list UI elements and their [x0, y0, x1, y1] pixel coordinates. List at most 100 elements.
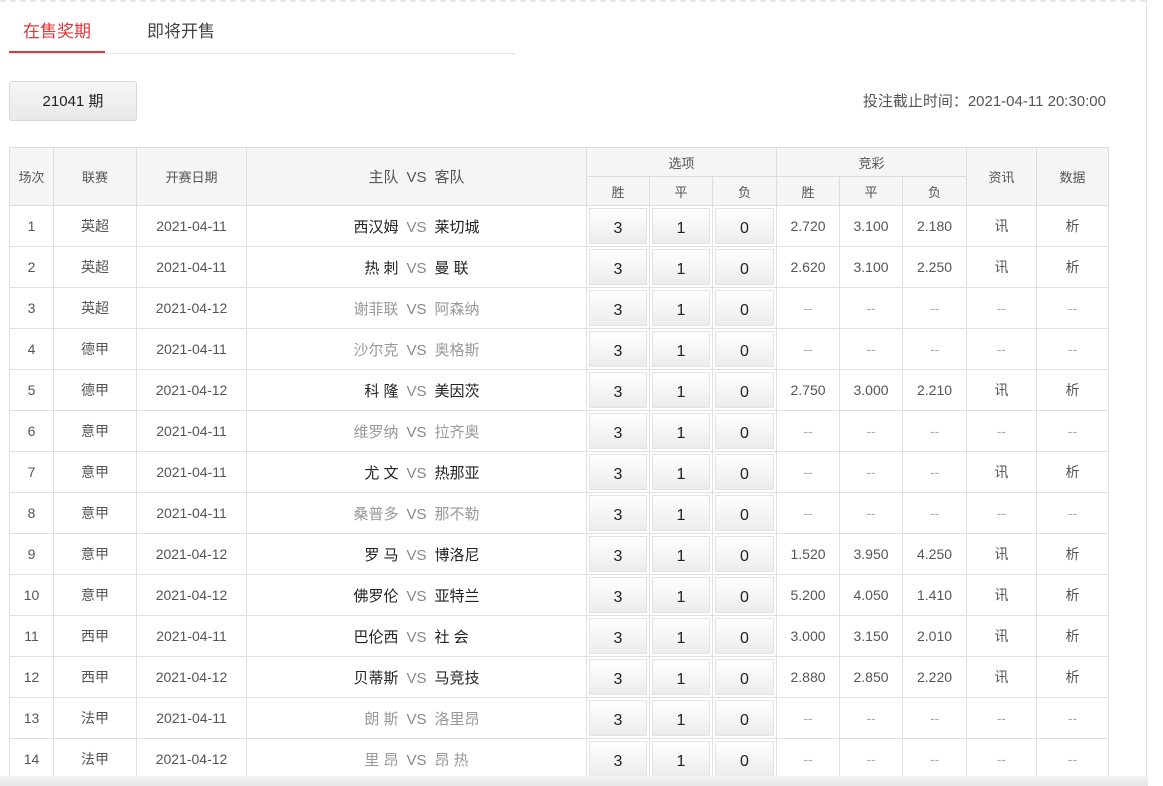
odds-lose: 2.180	[902, 205, 968, 247]
option-draw-button[interactable]: 1	[652, 741, 710, 777]
news-link[interactable]: 讯	[966, 369, 1038, 411]
home-team: 热 刺	[364, 259, 399, 277]
analysis-link[interactable]: 析	[1036, 246, 1110, 288]
option-lose-button[interactable]: 0	[715, 249, 775, 285]
round-number: 5	[9, 369, 54, 411]
round-number: 14	[9, 738, 54, 780]
analysis-link[interactable]: 析	[1036, 205, 1110, 247]
option-win-button[interactable]: 3	[589, 372, 647, 408]
odds-draw: 3.950	[839, 533, 904, 575]
option-lose-button[interactable]: 0	[715, 290, 775, 326]
option-draw-button[interactable]: 1	[652, 331, 710, 367]
news-link[interactable]: 讯	[966, 533, 1038, 575]
option-lose-button[interactable]: 0	[715, 741, 775, 777]
analysis-link: --	[1036, 492, 1110, 534]
option-lose-button[interactable]: 0	[715, 372, 775, 408]
round-number: 8	[9, 492, 54, 534]
vs-label: VS	[406, 587, 427, 605]
vs-label: VS	[406, 505, 427, 523]
option-draw-button[interactable]: 1	[652, 659, 710, 695]
odds-win: --	[776, 287, 841, 329]
analysis-link[interactable]: 析	[1036, 533, 1110, 575]
option-lose-button[interactable]: 0	[715, 577, 775, 613]
table-row: 12 西甲 2021-04-12 贝蒂斯 VS 马竞技 3 1 0 2.880 2.850 2.220…	[9, 656, 1110, 698]
option-draw-button[interactable]: 1	[652, 618, 710, 654]
option-lose-button[interactable]: 0	[715, 454, 775, 490]
option-win-button[interactable]: 3	[589, 331, 647, 367]
option-win-button[interactable]: 3	[589, 577, 647, 613]
period-select-button[interactable]: 21041 期	[9, 81, 137, 121]
news-link[interactable]: 讯	[966, 574, 1038, 616]
option-win-button[interactable]: 3	[589, 700, 647, 736]
analysis-link[interactable]: 析	[1036, 615, 1110, 657]
option-draw-cell: 1	[649, 369, 713, 411]
round-number: 12	[9, 656, 54, 698]
option-win-button[interactable]: 3	[589, 290, 647, 326]
option-lose-button[interactable]: 0	[715, 331, 775, 367]
option-lose-button[interactable]: 0	[715, 536, 775, 572]
option-lose-button[interactable]: 0	[715, 659, 775, 695]
option-draw-button[interactable]: 1	[652, 372, 710, 408]
away-team: 那不勒	[434, 505, 480, 523]
match-date: 2021-04-11	[136, 246, 247, 288]
odds-lose: --	[902, 287, 968, 329]
table-row: 9 意甲 2021-04-12 罗 马 VS 博洛尼 3 1 0 1.520 3.950 4.250 讯…	[9, 533, 1110, 575]
option-lose-button[interactable]: 0	[715, 208, 775, 244]
option-draw-button[interactable]: 1	[652, 208, 710, 244]
option-draw-cell: 1	[649, 287, 713, 329]
match-date: 2021-04-11	[136, 205, 247, 247]
tab-upcoming[interactable]: 即将开售	[147, 20, 215, 53]
league-name: 意甲	[53, 451, 137, 493]
option-draw-button[interactable]: 1	[652, 495, 710, 531]
news-link[interactable]: 讯	[966, 451, 1038, 493]
option-lose-button[interactable]: 0	[715, 495, 775, 531]
option-draw-button[interactable]: 1	[652, 413, 710, 449]
home-team: 尤 文	[364, 464, 399, 482]
vs-label: VS	[406, 341, 427, 359]
odds-win: 2.880	[776, 656, 841, 698]
option-win-button[interactable]: 3	[589, 208, 647, 244]
option-lose-cell: 0	[711, 533, 778, 575]
option-lose-button[interactable]: 0	[715, 700, 775, 736]
option-lose-button[interactable]: 0	[715, 413, 775, 449]
option-win-cell: 3	[586, 410, 650, 452]
tab-on-sale[interactable]: 在售奖期	[9, 20, 105, 53]
vs-label: VS	[406, 464, 427, 482]
vs-label: VS	[406, 259, 427, 277]
option-win-button[interactable]: 3	[589, 249, 647, 285]
header-option-lose: 负	[711, 176, 778, 206]
option-win-button[interactable]: 3	[589, 413, 647, 449]
odds-win: --	[776, 738, 841, 780]
analysis-link[interactable]: 析	[1036, 369, 1110, 411]
vs-label: VS	[406, 710, 427, 728]
news-link[interactable]: 讯	[966, 656, 1038, 698]
match-teams: 西汉姆 VS 莱切城	[246, 205, 587, 247]
match-table: 场次 联赛 开赛日期 主队 VS 客队 选项 竞彩 资讯 数据 胜 平 负 胜 平 …	[9, 147, 1110, 780]
option-draw-button[interactable]: 1	[652, 249, 710, 285]
league-name: 英超	[53, 205, 137, 247]
odds-draw: 3.100	[839, 246, 904, 288]
option-win-button[interactable]: 3	[589, 536, 647, 572]
match-date: 2021-04-12	[136, 738, 247, 780]
option-win-button[interactable]: 3	[589, 618, 647, 654]
option-win-button[interactable]: 3	[589, 741, 647, 777]
option-draw-button[interactable]: 1	[652, 454, 710, 490]
analysis-link[interactable]: 析	[1036, 656, 1110, 698]
option-draw-button[interactable]: 1	[652, 577, 710, 613]
option-draw-button[interactable]: 1	[652, 700, 710, 736]
analysis-link[interactable]: 析	[1036, 574, 1110, 616]
option-lose-button[interactable]: 0	[715, 618, 775, 654]
option-win-button[interactable]: 3	[589, 659, 647, 695]
news-link[interactable]: 讯	[966, 615, 1038, 657]
news-link[interactable]: 讯	[966, 205, 1038, 247]
table-row: 4 德甲 2021-04-11 沙尔克 VS 奥格斯 3 1 0 -- -- -- -- --	[9, 328, 1110, 370]
option-draw-button[interactable]: 1	[652, 536, 710, 572]
analysis-link[interactable]: 析	[1036, 451, 1110, 493]
news-link[interactable]: 讯	[966, 246, 1038, 288]
table-row: 3 英超 2021-04-12 谢菲联 VS 阿森纳 3 1 0 -- -- -- -- --	[9, 287, 1110, 329]
match-teams: 里 昂 VS 昂 热	[246, 738, 587, 780]
option-draw-button[interactable]: 1	[652, 290, 710, 326]
odds-win: 2.620	[776, 246, 841, 288]
option-win-button[interactable]: 3	[589, 495, 647, 531]
option-win-button[interactable]: 3	[589, 454, 647, 490]
